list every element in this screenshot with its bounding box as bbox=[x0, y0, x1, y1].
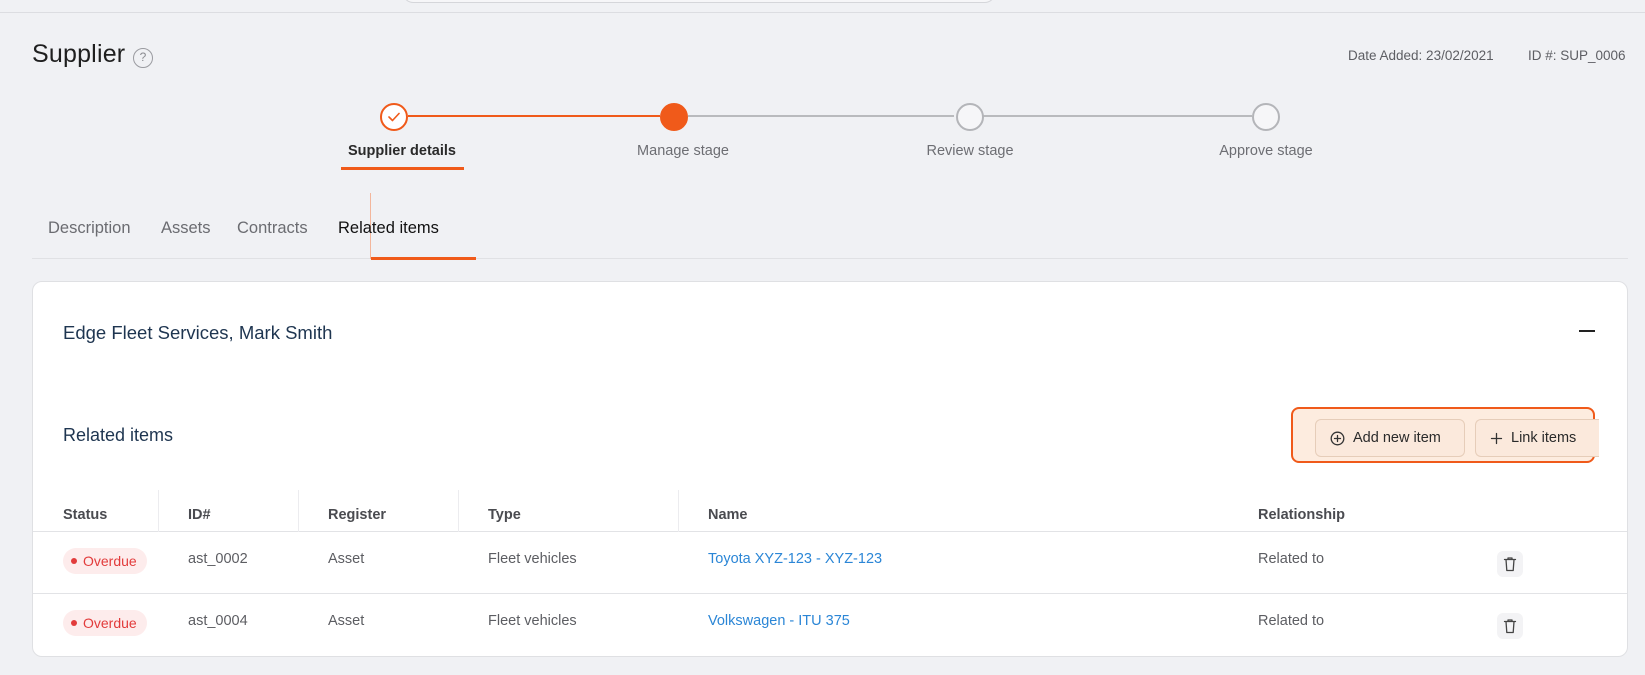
cell-name-link[interactable]: Volkswagen - ITU 375 bbox=[708, 613, 850, 629]
table-row: Overdue ast_0002 Asset Fleet vehicles To… bbox=[33, 532, 1627, 594]
trash-icon bbox=[1503, 619, 1517, 634]
card-title: Edge Fleet Services, Mark Smith bbox=[63, 322, 333, 343]
column-divider bbox=[158, 490, 159, 532]
column-divider bbox=[458, 490, 459, 532]
cell-register: Asset bbox=[328, 613, 365, 629]
status-text: Overdue bbox=[83, 615, 137, 631]
workflow-stepper: Supplier details Manage stage Review sta… bbox=[0, 0, 1645, 180]
step-connector-1 bbox=[408, 115, 660, 117]
column-header-status[interactable]: Status bbox=[63, 507, 107, 523]
column-divider bbox=[678, 490, 679, 532]
step-supplier-details-dot[interactable] bbox=[380, 103, 408, 131]
column-header-type[interactable]: Type bbox=[488, 507, 521, 523]
step-connector-2 bbox=[688, 115, 954, 117]
cell-type: Fleet vehicles bbox=[488, 613, 577, 629]
step-review-stage-label[interactable]: Review stage bbox=[926, 143, 1013, 159]
step-approve-stage-label[interactable]: Approve stage bbox=[1219, 143, 1313, 159]
table-row: Overdue ast_0004 Asset Fleet vehicles Vo… bbox=[33, 594, 1627, 656]
link-items-button[interactable]: Link items bbox=[1475, 419, 1599, 457]
add-new-item-label: Add new item bbox=[1353, 430, 1441, 446]
cell-id: ast_0004 bbox=[188, 613, 248, 629]
delete-row-button[interactable] bbox=[1497, 551, 1523, 577]
plus-circle-icon bbox=[1330, 431, 1345, 446]
status-badge: Overdue bbox=[63, 548, 147, 574]
tab-contracts[interactable]: Contracts bbox=[237, 219, 308, 238]
cell-relationship: Related to bbox=[1258, 551, 1325, 567]
column-header-register[interactable]: Register bbox=[328, 507, 386, 523]
step-approve-stage-dot[interactable] bbox=[1252, 103, 1280, 131]
supplier-card: Edge Fleet Services, Mark Smith Related … bbox=[32, 281, 1628, 657]
actions-highlight: Add new item Link items bbox=[1291, 407, 1599, 463]
add-new-item-button[interactable]: Add new item bbox=[1315, 419, 1465, 457]
section-title: Related items bbox=[63, 425, 174, 445]
step-review-stage-dot[interactable] bbox=[956, 103, 984, 131]
column-divider bbox=[298, 490, 299, 532]
cell-type: Fleet vehicles bbox=[488, 551, 577, 567]
check-icon bbox=[388, 112, 400, 122]
minus-icon[interactable] bbox=[1579, 330, 1595, 332]
cell-name-link[interactable]: Toyota XYZ-123 - XYZ-123 bbox=[708, 551, 882, 567]
column-header-name[interactable]: Name bbox=[708, 507, 748, 523]
cell-id: ast_0002 bbox=[188, 551, 248, 567]
step-active-underline bbox=[341, 167, 464, 170]
trash-icon bbox=[1503, 557, 1517, 572]
plus-icon bbox=[1490, 432, 1503, 445]
step-manage-stage-dot[interactable] bbox=[660, 103, 688, 131]
delete-row-button[interactable] bbox=[1497, 613, 1523, 639]
status-dot bbox=[71, 620, 77, 626]
tab-bar: Description Assets Contracts Related ite… bbox=[32, 193, 1628, 260]
step-manage-stage-label[interactable]: Manage stage bbox=[637, 143, 729, 159]
step-connector-3 bbox=[982, 115, 1252, 117]
tab-description[interactable]: Description bbox=[48, 219, 131, 238]
cell-register: Asset bbox=[328, 551, 365, 567]
column-header-id[interactable]: ID# bbox=[188, 507, 211, 523]
cell-relationship: Related to bbox=[1258, 613, 1325, 629]
step-supplier-details-label[interactable]: Supplier details bbox=[348, 143, 456, 159]
tab-assets[interactable]: Assets bbox=[161, 219, 211, 238]
tab-related-items[interactable]: Related items bbox=[338, 219, 439, 238]
column-header-relationship[interactable]: Relationship bbox=[1258, 507, 1345, 523]
status-dot bbox=[71, 558, 77, 564]
table-header: Status ID# Register Type Name Relationsh… bbox=[33, 490, 1627, 532]
link-items-label: Link items bbox=[1511, 430, 1577, 446]
related-items-table: Status ID# Register Type Name Relationsh… bbox=[33, 490, 1627, 656]
status-text: Overdue bbox=[83, 553, 137, 569]
status-badge: Overdue bbox=[63, 610, 147, 636]
